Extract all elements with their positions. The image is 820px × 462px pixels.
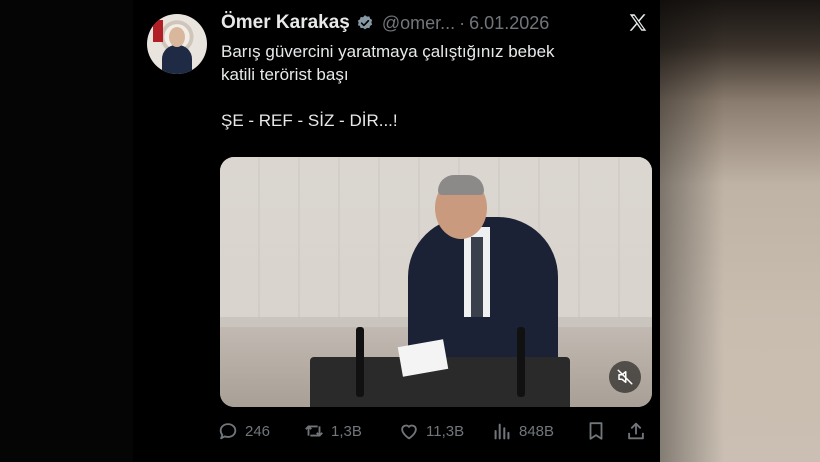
avatar-flag bbox=[153, 20, 163, 42]
left-dark-margin bbox=[0, 0, 133, 462]
video-microphone-left bbox=[356, 327, 364, 397]
comment-icon bbox=[219, 423, 237, 440]
video-speaker-hair bbox=[438, 175, 484, 195]
bookmark-icon bbox=[589, 422, 603, 440]
verified-badge-icon bbox=[357, 15, 372, 30]
tweet-date[interactable]: 6.01.2026 bbox=[469, 13, 549, 34]
mute-button[interactable] bbox=[609, 361, 641, 393]
like-count: 11,3B bbox=[426, 422, 465, 440]
tweet-header: Ömer Karakaş @omer... · 6.01.2026 bbox=[221, 10, 549, 36]
separator-dot: · bbox=[459, 12, 466, 33]
tweet-text-line-2: katili terörist başı bbox=[221, 65, 349, 84]
bookmark-button[interactable] bbox=[585, 418, 613, 444]
tweet-actions: 246 1,3B 11,3B 848B bbox=[217, 418, 657, 444]
like-button[interactable]: 11,3B bbox=[398, 418, 464, 444]
x-logo-icon[interactable] bbox=[627, 12, 649, 34]
repost-button[interactable]: 1,3B bbox=[303, 418, 362, 444]
views-icon bbox=[494, 423, 510, 440]
views-count: 848B bbox=[519, 422, 555, 440]
author-avatar[interactable] bbox=[147, 14, 207, 74]
heart-icon bbox=[401, 424, 417, 440]
tweet-card[interactable]: Ömer Karakaş @omer... · 6.01.2026 Barış … bbox=[133, 0, 660, 462]
tweet-text-line-3: ŞE - REF - SİZ - DİR...! bbox=[221, 111, 398, 130]
views-button[interactable]: 848B bbox=[491, 418, 554, 444]
avatar-suit bbox=[162, 45, 192, 74]
share-button[interactable] bbox=[625, 418, 653, 444]
tweet-text-line-1: Barış güvercini yaratmaya çalıştığınız b… bbox=[221, 42, 555, 61]
video-speaker-tie bbox=[471, 237, 483, 317]
tweet-text: Barış güvercini yaratmaya çalıştığınız b… bbox=[221, 40, 651, 132]
repost-icon bbox=[305, 425, 323, 437]
reply-button[interactable]: 246 bbox=[217, 418, 270, 444]
avatar-head bbox=[169, 27, 185, 47]
share-icon bbox=[628, 422, 644, 440]
reply-count: 246 bbox=[245, 422, 271, 440]
author-name[interactable]: Ömer Karakaş bbox=[221, 12, 350, 34]
video-microphone-right bbox=[517, 327, 525, 397]
tweet-video[interactable] bbox=[220, 157, 652, 407]
right-shade bbox=[660, 0, 820, 462]
mute-icon bbox=[617, 369, 633, 385]
right-blurred-background bbox=[660, 0, 820, 462]
author-handle[interactable]: @omer... bbox=[382, 13, 455, 34]
repost-count: 1,3B bbox=[331, 422, 362, 440]
